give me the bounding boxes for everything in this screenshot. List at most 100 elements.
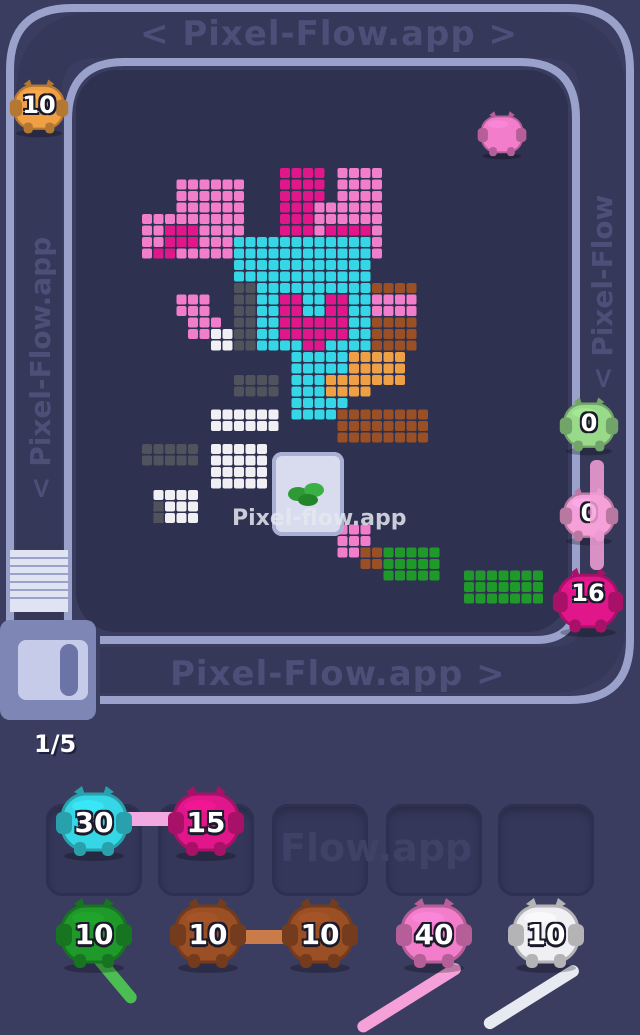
- queue-shooter-cyan[interactable]: 30: [52, 784, 136, 862]
- pixel-block: [406, 570, 417, 581]
- shooter-light-pink[interactable]: 0: [556, 486, 622, 546]
- pixel-art-board: [142, 168, 543, 604]
- pixel-block: [337, 375, 348, 385]
- pixel-block: [372, 191, 382, 201]
- slot-5[interactable]: [498, 804, 594, 896]
- pixel-block: [142, 237, 152, 247]
- pixel-block: [429, 570, 440, 581]
- pixel-block: [291, 225, 302, 236]
- pixel-block: [372, 340, 382, 351]
- bottom-shooter-brown-1[interactable]: 10: [166, 896, 250, 974]
- pixel-block: [395, 283, 405, 293]
- pixel-block: [395, 340, 405, 351]
- pixel-block: [234, 478, 244, 489]
- pixel-block: [326, 409, 336, 420]
- pixel-block: [211, 248, 221, 259]
- pixel-block: [510, 593, 520, 604]
- pixel-block: [257, 294, 267, 305]
- pixel-block: [326, 340, 336, 351]
- pixel-block: [176, 455, 187, 466]
- pixel-block: [326, 237, 336, 247]
- pixel-block: [349, 432, 359, 443]
- bottom-shooter-brown-2[interactable]: 10: [278, 896, 362, 974]
- pixel-block: [326, 352, 336, 362]
- pixel-block: [303, 306, 313, 316]
- pixel-block: [406, 559, 417, 569]
- plant-icon: [284, 478, 332, 508]
- pixel-block: [349, 202, 359, 213]
- pixel-block: [291, 375, 302, 385]
- queue-shooter-magenta[interactable]: 15: [164, 784, 248, 862]
- pixel-block: [153, 214, 164, 224]
- pixel-block: [153, 455, 164, 466]
- pixel-block: [291, 386, 302, 397]
- pixel-block: [360, 214, 371, 224]
- pixel-block: [199, 294, 210, 305]
- pixel-block: [360, 283, 371, 293]
- bottom-shooter-white[interactable]: 10: [504, 896, 588, 974]
- pixel-block: [326, 283, 336, 293]
- shooter-orange[interactable]: 10: [6, 78, 72, 138]
- shooter-pink-small[interactable]: [474, 110, 530, 160]
- pixel-block: [268, 329, 279, 339]
- pixel-block: [326, 329, 336, 339]
- pixel-block: [418, 409, 428, 420]
- pixel-block: [234, 409, 244, 420]
- pixel-block: [314, 340, 325, 351]
- pixel-block: [337, 306, 348, 316]
- pixel-block: [360, 363, 371, 374]
- pixel-block: [395, 559, 405, 569]
- ammo-count: 10: [74, 918, 114, 951]
- pixel-block: [395, 547, 405, 558]
- pixel-block: [291, 363, 302, 374]
- pixel-block: [372, 317, 382, 328]
- pixel-block: [349, 375, 359, 385]
- pixel-block: [337, 179, 348, 190]
- pixel-block: [245, 467, 256, 477]
- pixel-block: [245, 386, 256, 397]
- pixel-block: [211, 225, 221, 236]
- pixel-block: [383, 283, 394, 293]
- pixel-block: [406, 329, 417, 339]
- pixel-block: [395, 375, 405, 385]
- pixel-block: [234, 248, 244, 259]
- pixel-block: [165, 490, 175, 500]
- pixel-block: [245, 237, 256, 247]
- pixel-block: [314, 283, 325, 293]
- shooter-magenta[interactable]: 16: [548, 566, 628, 638]
- pixel-block: [337, 225, 348, 236]
- pixel-block: [326, 317, 336, 328]
- pixel-block: [326, 363, 336, 374]
- pixel-block: [383, 375, 394, 385]
- pixel-block: [372, 363, 382, 374]
- pixel-block: [406, 294, 417, 305]
- pixel-block: [314, 225, 325, 236]
- pixel-block: [142, 444, 152, 454]
- pixel-block: [360, 340, 371, 351]
- bottom-shooter-green[interactable]: 10: [52, 896, 136, 974]
- pixel-block: [211, 478, 221, 489]
- pixel-block: [314, 214, 325, 224]
- pixel-block: [349, 409, 359, 420]
- pixel-block: [165, 214, 175, 224]
- pixel-block: [291, 306, 302, 316]
- pixel-block: [165, 455, 175, 466]
- pixel-block: [360, 375, 371, 385]
- shooter-light-green[interactable]: 0: [556, 396, 622, 456]
- pixel-block: [395, 409, 405, 420]
- pixel-block: [406, 421, 417, 431]
- pixel-block: [291, 317, 302, 328]
- watermark-slots: Flow.app: [280, 826, 473, 870]
- pixel-block: [360, 536, 371, 546]
- pixel-block: [234, 191, 244, 201]
- pixel-block: [153, 501, 164, 512]
- pixel-block: [280, 306, 290, 316]
- bottom-shooter-pink[interactable]: 40: [392, 896, 476, 974]
- pixel-block: [303, 202, 313, 213]
- pixel-block: [268, 421, 279, 431]
- pig-icon: [477, 111, 527, 160]
- pixel-block: [326, 214, 336, 224]
- pixel-block: [257, 271, 267, 282]
- pixel-block: [222, 467, 233, 477]
- pixel-block: [360, 559, 371, 569]
